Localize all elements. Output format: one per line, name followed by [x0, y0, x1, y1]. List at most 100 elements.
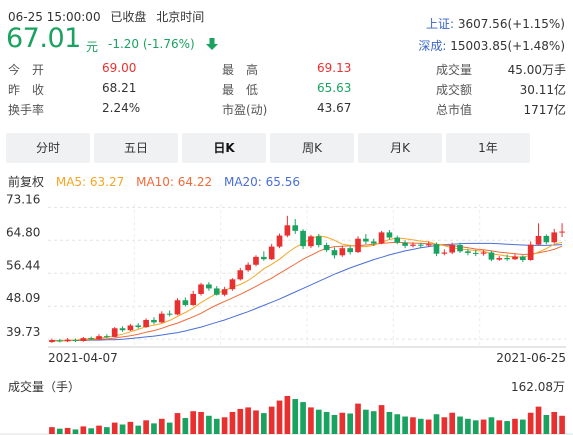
candle[interactable] — [527, 244, 534, 261]
volume-bar[interactable] — [119, 424, 126, 435]
candle[interactable] — [119, 328, 126, 331]
candle[interactable] — [386, 232, 393, 238]
volume-bar[interactable] — [300, 402, 306, 434]
candle[interactable] — [441, 252, 448, 254]
candle[interactable] — [276, 235, 283, 247]
volume-bar[interactable] — [410, 417, 416, 434]
volume-bar[interactable] — [402, 416, 408, 434]
candle[interactable] — [190, 293, 197, 305]
candle[interactable] — [496, 258, 503, 260]
candle[interactable] — [96, 336, 102, 340]
volume-bar[interactable] — [221, 417, 228, 434]
volume-bar[interactable] — [174, 413, 181, 434]
candle[interactable] — [512, 256, 518, 260]
tab-weekly-k[interactable]: 周K — [270, 133, 354, 163]
candle[interactable] — [331, 250, 338, 256]
volume-bar[interactable] — [323, 411, 330, 434]
volume-bar[interactable] — [308, 407, 314, 434]
candle[interactable] — [261, 256, 267, 260]
candle[interactable] — [64, 339, 71, 342]
candle[interactable] — [402, 242, 408, 246]
volume-bar[interactable] — [96, 425, 102, 434]
volume-bar[interactable] — [480, 419, 487, 434]
volume-bar[interactable] — [135, 425, 142, 434]
volume-bar[interactable] — [315, 409, 322, 434]
tab-monthly-k[interactable]: 月K — [358, 133, 442, 163]
volume-bar[interactable] — [229, 411, 236, 434]
candle[interactable] — [355, 238, 361, 253]
volume-bar[interactable] — [292, 399, 299, 434]
candle[interactable] — [472, 252, 479, 254]
candle[interactable] — [268, 246, 275, 260]
candle[interactable] — [300, 230, 306, 247]
volume-bar[interactable] — [276, 400, 283, 434]
volume-bar[interactable] — [441, 417, 448, 434]
candle[interactable] — [433, 244, 440, 254]
candle[interactable] — [206, 284, 212, 289]
candle[interactable] — [80, 338, 87, 341]
candle[interactable] — [182, 300, 189, 305]
candle[interactable] — [480, 252, 487, 254]
volume-bar[interactable] — [111, 422, 118, 434]
volume-bar[interactable] — [449, 412, 456, 434]
volume-bar[interactable] — [64, 427, 71, 434]
candle[interactable] — [378, 232, 385, 244]
tab-one-year[interactable]: 1年 — [446, 133, 530, 163]
candle[interactable] — [127, 325, 134, 331]
candle[interactable] — [292, 225, 299, 231]
candle[interactable] — [135, 325, 142, 328]
candle[interactable] — [72, 340, 79, 342]
candle[interactable] — [323, 245, 330, 251]
volume-bar[interactable] — [206, 415, 212, 434]
candle[interactable] — [253, 256, 259, 265]
tab-five-day[interactable]: 五日 — [94, 133, 178, 163]
volume-bar[interactable] — [551, 411, 558, 434]
volume-bar[interactable] — [433, 414, 440, 434]
candle[interactable] — [535, 235, 542, 245]
volume-bar[interactable] — [261, 413, 267, 434]
candle[interactable] — [237, 270, 244, 280]
candle[interactable] — [284, 225, 291, 236]
candle[interactable] — [339, 248, 346, 256]
candle[interactable] — [174, 300, 181, 315]
candle[interactable] — [370, 241, 377, 244]
volume-bar[interactable] — [72, 429, 79, 434]
candle[interactable] — [465, 251, 471, 253]
candle[interactable] — [308, 236, 314, 247]
volume-bar[interactable] — [363, 409, 369, 434]
candle[interactable] — [245, 264, 251, 271]
candle[interactable] — [213, 288, 220, 295]
candle[interactable] — [49, 340, 55, 343]
candle[interactable] — [551, 232, 558, 243]
candle[interactable] — [543, 235, 550, 243]
candle[interactable] — [88, 338, 94, 340]
volume-bar[interactable] — [559, 415, 565, 434]
volume-bar[interactable] — [198, 411, 204, 434]
volume-bar[interactable] — [425, 419, 432, 434]
volume-bar[interactable] — [49, 427, 55, 434]
volume-bar[interactable] — [386, 411, 393, 434]
adjust-mode[interactable]: 前复权 — [8, 175, 44, 189]
volume-bar[interactable] — [213, 418, 220, 434]
candle[interactable] — [559, 231, 565, 233]
volume-bar[interactable] — [143, 420, 149, 434]
volume-bar[interactable] — [166, 422, 173, 434]
volume-bar[interactable] — [253, 410, 259, 434]
candle[interactable] — [221, 289, 228, 295]
candle[interactable] — [457, 245, 463, 252]
volume-bar[interactable] — [535, 406, 542, 434]
volume-chart[interactable] — [0, 394, 573, 435]
tab-intraday[interactable]: 分时 — [6, 133, 90, 163]
volume-bar[interactable] — [520, 419, 526, 434]
candle[interactable] — [504, 258, 510, 260]
candle[interactable] — [56, 340, 63, 342]
candle[interactable] — [104, 336, 110, 338]
candle[interactable] — [363, 238, 369, 242]
volume-bar[interactable] — [56, 428, 63, 434]
volume-bar[interactable] — [190, 411, 197, 434]
volume-bar[interactable] — [151, 423, 157, 434]
candle[interactable] — [417, 244, 424, 246]
candle[interactable] — [347, 248, 353, 253]
volume-bar[interactable] — [512, 418, 518, 434]
volume-bar[interactable] — [331, 415, 338, 434]
